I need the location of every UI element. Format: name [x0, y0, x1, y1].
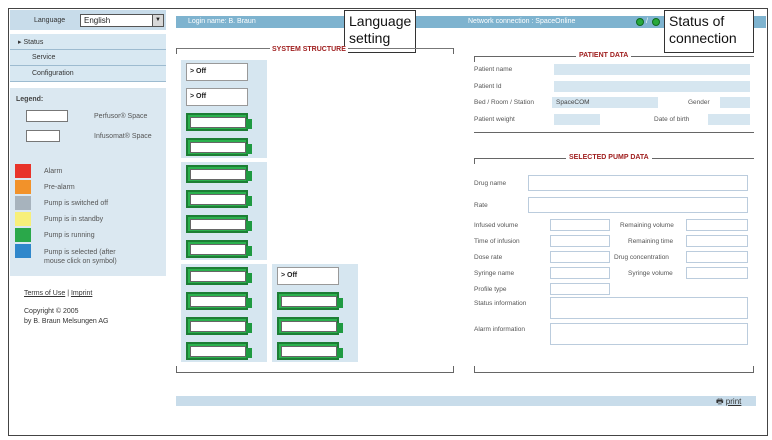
nav-item-status[interactable]: ▸ Status: [10, 34, 166, 50]
legend-infusomat: Infusomat® Space: [94, 133, 152, 140]
remaining-time-field: [686, 235, 748, 247]
drug-name-label: Drug name: [474, 180, 507, 187]
infused-volume-label: Infused volume: [474, 222, 519, 229]
standby-swatch: [15, 212, 31, 226]
rate-label: Rate: [474, 202, 488, 209]
selected-pump-data-title: SELECTED PUMP DATA: [566, 154, 652, 161]
time-of-infusion-label: Time of infusion: [474, 238, 520, 245]
bed-room-station-label: Bed / Room / Station: [474, 99, 534, 106]
patient-data-title: PATIENT DATA: [576, 52, 632, 59]
pump-slot-running[interactable]: [277, 317, 343, 335]
pump-slot-running[interactable]: [186, 138, 252, 156]
pump-slot-running[interactable]: [186, 215, 252, 233]
gender-field: [720, 97, 750, 108]
legend-title: Legend:: [16, 96, 44, 103]
drug-concentration-label: Drug concentration: [614, 254, 669, 261]
syringe-name-field: [550, 267, 610, 279]
language-area: Language English ▼: [10, 10, 166, 30]
legend-selected: Pump is selected (after mouse click on s…: [44, 249, 117, 265]
pump-slot-running[interactable]: [186, 113, 252, 131]
legend-off: Pump is switched off: [44, 200, 109, 207]
patient-name-label: Patient name: [474, 66, 513, 73]
patient-id-label: Patient Id: [474, 83, 502, 90]
pump-slot-running[interactable]: [186, 165, 252, 183]
drug-name-field: [528, 175, 748, 191]
pump-slot-running[interactable]: [186, 190, 252, 208]
language-value: English: [84, 16, 111, 25]
rate-field: [528, 197, 748, 213]
copyright-line1: Copyright © 2005: [24, 308, 79, 315]
pump-slot-running[interactable]: [186, 292, 252, 310]
status-information-field: [550, 297, 748, 319]
alarm-information-field: [550, 323, 748, 345]
alarm-information-label: Alarm information: [474, 326, 525, 333]
dose-rate-field: [550, 251, 610, 263]
callout-language-setting: Language setting: [344, 10, 416, 53]
pump-slot-running[interactable]: [186, 240, 252, 258]
legend-prealarm: Pre-alarm: [44, 184, 75, 191]
language-label: Language: [34, 17, 66, 24]
infusomat-icon: [26, 130, 60, 142]
system-structure-title: SYSTEM STRUCTURE: [270, 46, 348, 53]
imprint-link[interactable]: Imprint: [71, 290, 92, 297]
bottom-bar: [176, 396, 756, 406]
patient-id-field: [554, 81, 750, 92]
syringe-volume-label: Syringe volume: [628, 270, 673, 277]
date-of-birth-field: [708, 114, 750, 125]
prealarm-swatch: [15, 180, 31, 194]
alarm-swatch: [15, 164, 31, 178]
perfusor-icon: [26, 110, 68, 122]
profile-type-field: [550, 283, 610, 295]
connection-led-icon: [636, 18, 644, 26]
pump-slot-off[interactable]: > Off: [186, 63, 248, 81]
infused-volume-field: [550, 219, 610, 231]
legend-alarm: Alarm: [44, 168, 63, 175]
terms-link[interactable]: Terms of Use: [24, 290, 65, 297]
syringe-name-label: Syringe name: [474, 270, 515, 277]
language-select[interactable]: English ▼: [80, 14, 164, 27]
connection-led-icon: [652, 18, 660, 26]
syringe-volume-field: [686, 267, 748, 279]
profile-type-label: Profile type: [474, 286, 507, 293]
patient-weight-label: Patient weight: [474, 116, 515, 123]
off-swatch: [15, 196, 31, 210]
legend-panel: Legend: Perfusor® Space Infusomat® Space…: [10, 88, 166, 276]
pump-slot-off[interactable]: > Off: [277, 267, 339, 285]
printer-icon: 🖶: [716, 397, 724, 406]
legend-perfusor: Perfusor® Space: [94, 113, 148, 120]
patient-name-field: [554, 64, 750, 75]
drug-concentration-field: [686, 251, 748, 263]
remaining-volume-field: [686, 219, 748, 231]
nav-item-service[interactable]: Service: [10, 50, 166, 66]
bed-room-station-value: SpaceCOM: [556, 99, 590, 106]
sidebar-nav: ▸ Status Service Configuration: [10, 34, 166, 82]
running-swatch: [15, 228, 31, 242]
remaining-time-label: Remaining time: [628, 238, 674, 245]
copyright-line2: by B. Braun Melsungen AG: [24, 318, 109, 325]
pump-slot-running[interactable]: [186, 267, 252, 285]
legend-standby: Pump is in standby: [44, 216, 104, 223]
callout-connection-status: Status of connection: [664, 10, 754, 53]
date-of-birth-label: Date of birth: [654, 116, 690, 123]
pump-slot-running[interactable]: [277, 292, 343, 310]
gender-label: Gender: [688, 99, 710, 106]
network-connection: Network connection : SpaceOnline: [468, 18, 576, 25]
login-name: Login name: B. Braun: [188, 18, 256, 25]
dose-rate-label: Dose rate: [474, 254, 503, 261]
legend-running: Pump is running: [44, 232, 95, 239]
footer-links: Terms of Use | Imprint: [24, 290, 93, 297]
pump-slot-running[interactable]: [186, 342, 252, 360]
pump-slot-off[interactable]: > Off: [186, 88, 248, 106]
time-of-infusion-field: [550, 235, 610, 247]
dropdown-arrow-icon[interactable]: ▼: [152, 15, 163, 26]
print-button[interactable]: 🖶 print: [716, 396, 741, 410]
remaining-volume-label: Remaining volume: [620, 222, 674, 229]
nav-item-configuration[interactable]: Configuration: [10, 66, 166, 82]
pump-slot-running[interactable]: [186, 317, 252, 335]
selected-swatch: [15, 244, 31, 258]
patient-weight-field: [554, 114, 600, 125]
pump-slot-running[interactable]: [277, 342, 343, 360]
status-information-label: Status information: [474, 300, 527, 307]
